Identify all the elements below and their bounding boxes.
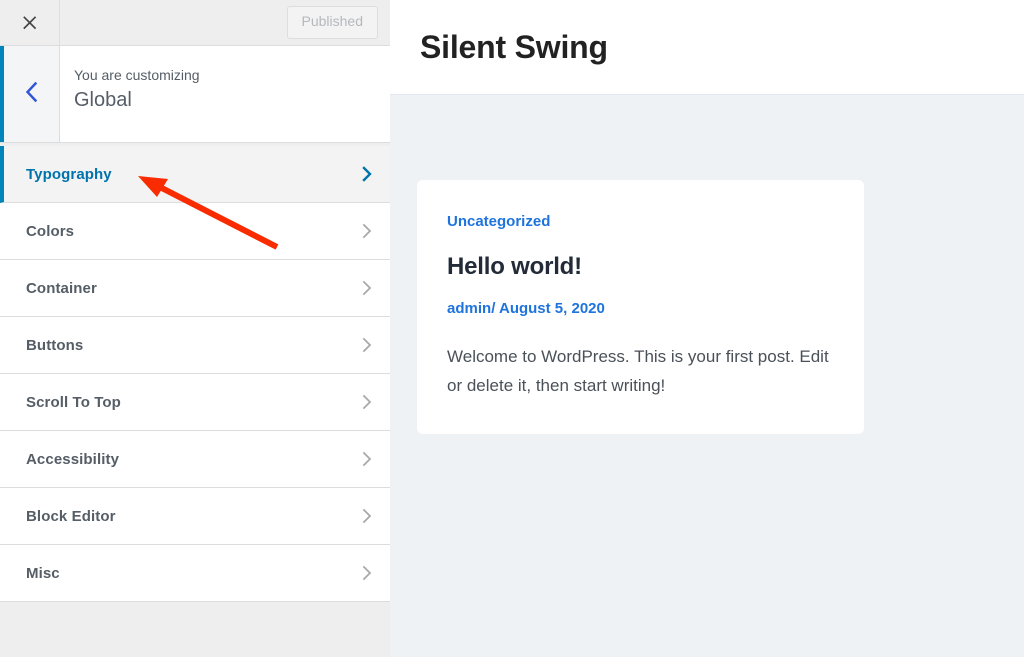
customizer-screen: Published You are customizing Global Typ… [0, 0, 1024, 657]
post-date-link[interactable]: August 5, 2020 [499, 300, 605, 317]
customizing-text: You are customizing Global [60, 46, 390, 142]
chevron-right-icon [360, 335, 374, 355]
sidebar-item-label: Accessibility [26, 450, 120, 468]
chevron-right-icon [360, 221, 374, 241]
sidebar-item-label: Buttons [26, 336, 84, 354]
back-button[interactable] [0, 46, 60, 142]
sidebar-item-accessibility[interactable]: Accessibility [0, 431, 390, 488]
publish-button[interactable]: Published [286, 6, 378, 39]
chevron-right-icon [360, 449, 374, 469]
sidebar-item-label: Misc [26, 564, 60, 582]
chevron-right-icon [360, 392, 374, 412]
chevron-right-icon [360, 563, 374, 583]
sidebar-item-container[interactable]: Container [0, 260, 390, 317]
customizer-header: Published [0, 0, 390, 46]
sidebar-item-colors[interactable]: Colors [0, 203, 390, 260]
site-header: Silent Swing [390, 0, 1024, 95]
close-button[interactable] [0, 0, 60, 45]
sidebar-item-buttons[interactable]: Buttons [0, 317, 390, 374]
post-title[interactable]: Hello world! [447, 252, 834, 282]
post-category-link[interactable]: Uncategorized [447, 212, 550, 232]
customizer-menu: Typography Colors Container Buttons Scro… [0, 146, 390, 602]
post-excerpt: Welcome to WordPress. This is your first… [447, 347, 829, 396]
sidebar-footer-spacer [0, 603, 390, 657]
post-author-link[interactable]: admin [447, 300, 491, 317]
customizing-eyebrow: You are customizing [74, 67, 200, 83]
sidebar-item-block-editor[interactable]: Block Editor [0, 488, 390, 545]
chevron-right-icon [360, 164, 374, 184]
post-meta: admin/ August 5, 2020 [447, 299, 834, 319]
sidebar-item-misc[interactable]: Misc [0, 545, 390, 602]
customizer-sidebar: Published You are customizing Global Typ… [0, 0, 390, 657]
post-card: Uncategorized Hello world! admin/ August… [417, 180, 864, 435]
sidebar-item-label: Block Editor [26, 507, 116, 525]
chevron-right-icon [360, 506, 374, 526]
chevron-right-icon [360, 278, 374, 298]
customizing-panel: You are customizing Global [0, 46, 390, 143]
meta-separator: / [491, 299, 496, 317]
sidebar-item-label: Colors [26, 222, 75, 240]
chevron-left-icon [23, 80, 40, 109]
sidebar-item-typography[interactable]: Typography [0, 146, 390, 203]
close-x-icon [21, 14, 39, 32]
customizing-panel-title: Global [74, 89, 132, 112]
site-title[interactable]: Silent Swing [420, 29, 608, 66]
site-preview: Silent Swing Uncategorized Hello world! … [390, 0, 1024, 657]
sidebar-item-label: Scroll To Top [26, 393, 121, 411]
sidebar-item-label: Container [26, 279, 97, 297]
sidebar-item-label: Typography [26, 165, 112, 183]
sidebar-item-scroll-to-top[interactable]: Scroll To Top [0, 374, 390, 431]
publish-area: Published [60, 0, 390, 45]
